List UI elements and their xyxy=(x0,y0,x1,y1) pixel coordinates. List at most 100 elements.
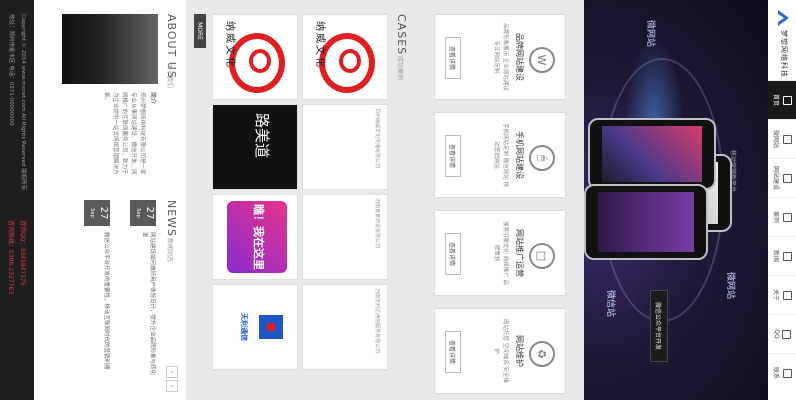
home-icon xyxy=(783,95,792,105)
case-art: 纳威文化 xyxy=(224,21,235,69)
case-item[interactable]: 天利通信 xyxy=(212,284,298,370)
footer-hotline[interactable]: 咨询热线：0396-2327763 xyxy=(7,220,16,294)
service-detail-button[interactable]: 查看详情 xyxy=(445,135,461,177)
nav-label: 关于 xyxy=(772,288,779,301)
nav-label: QQ xyxy=(773,329,780,339)
cases-section: CASES 成功案例 纳威文化 纳威文化 郑州纳威文化传播有限公司 路美道 瞧！… xyxy=(186,0,416,400)
nav-item-cases[interactable]: 案例 xyxy=(768,197,796,236)
case-item[interactable]: 瞧！我在这里 xyxy=(212,194,298,280)
next-arrow-icon[interactable]: › xyxy=(166,380,178,392)
phone-mockup xyxy=(584,184,708,260)
case-art: 路美道 xyxy=(253,113,271,159)
mobile-icon xyxy=(783,134,792,144)
hero-label-side: 微网站 xyxy=(645,20,655,48)
nav-item-weisite[interactable]: 微网站 xyxy=(768,119,796,158)
service-card[interactable]: □ 网站推广运营 搜索引擎优化 网络推广 品牌策划 查看详情 xyxy=(434,210,566,296)
nav-label: 新闻 xyxy=(772,249,779,262)
cases-subtitle: 成功案例 xyxy=(396,56,403,81)
service-card[interactable]: W 品牌网站建设 品牌形象展示 企业网站建设 专业网站定制 查看详情 xyxy=(434,14,566,100)
chat-icon xyxy=(782,329,791,339)
about-photo xyxy=(62,14,158,84)
news-text: 网站建设如何做好用户体验设计，提升企业品牌形象与转化率 xyxy=(141,232,155,376)
info-icon xyxy=(783,290,792,300)
monitor-icon xyxy=(783,173,792,183)
news-day: 27 xyxy=(144,206,155,220)
case-art: 瞧！我在这里 xyxy=(252,204,265,270)
site-footer: Copyright © 2014 www.mxnet.com All Right… xyxy=(0,0,34,400)
nav-item-contact[interactable]: 联系 xyxy=(768,353,796,392)
nav-item-news[interactable]: 新闻 xyxy=(768,236,796,275)
service-detail-button[interactable]: 查看详情 xyxy=(445,331,461,373)
service-title: 网站推广运营 xyxy=(515,229,524,277)
about-text: 郑州梦想网络科技有限公司是一家专业从事网站建设、微信开发、网络推广的互联网服务公… xyxy=(103,92,145,175)
service-title: 手机网站建设 xyxy=(515,131,524,179)
news-title: NEWS xyxy=(165,200,178,238)
news-day: 27 xyxy=(98,206,109,220)
phone-screen xyxy=(602,126,702,182)
service-card[interactable]: ♻ 网站维护 网站托管 空间域名 安全维护 查看详情 xyxy=(434,308,566,394)
service-desc: 手机网站定制 微信网站 移动营销网站 xyxy=(493,123,508,187)
news-item[interactable]: 27 Sep 网站建设如何做好用户体验设计，提升企业品牌形象与转化率 xyxy=(116,200,156,380)
footer-address: 地址：郑州市金水区 电话：0371-00000000 xyxy=(8,14,14,126)
service-title: 网站维护 xyxy=(515,335,524,367)
news-date: 27 Sep xyxy=(130,200,156,226)
mouse-icon: 🖱 xyxy=(529,145,555,171)
recycle-icon: ♻ xyxy=(529,341,555,367)
service-desc: 品牌形象展示 企业网站建设 专业网站定制 xyxy=(493,23,508,91)
nav-label: 网站建设 xyxy=(772,165,779,190)
nav-label: 首页 xyxy=(772,93,779,106)
nav-item-web[interactable]: 网站建设 xyxy=(768,158,796,197)
phone-icon xyxy=(783,368,792,378)
case-caption: 郑州纳威文化传播有限公司 xyxy=(374,108,380,169)
about-subtitle: 关于我们 xyxy=(166,64,173,89)
case-caption: 河南某某商贸有限公司 xyxy=(374,198,380,249)
service-desc: 搜索引擎优化 网络推广 品牌策划 xyxy=(493,221,508,285)
nav-item-qq[interactable]: QQ xyxy=(768,314,796,353)
nav-label: 微网站 xyxy=(772,129,779,148)
screen-icon: □ xyxy=(529,243,555,269)
case-art: 天利通信 xyxy=(240,313,248,341)
news-month: Sep xyxy=(89,208,95,218)
news-item[interactable]: 27 Sep 微信公众平台开发的重要性，移动互联网时代的营销利器 xyxy=(70,200,110,380)
prev-arrow-icon[interactable]: ‹ xyxy=(166,366,178,378)
service-detail-button[interactable]: 查看详情 xyxy=(445,233,461,275)
screenshot-page: 梦想网络科技 首页 微网站 网站建设 案例 新闻 关于 QQ 联系 微网站 微网… xyxy=(0,0,796,400)
main-nav: 首页 微网站 网站建设 案例 新闻 关于 QQ 联系 xyxy=(768,80,796,392)
case-item[interactable]: 河南某某商贸有限公司 xyxy=(302,194,388,280)
case-item[interactable]: 郑州纳威文化传播有限公司 xyxy=(302,104,388,190)
service-card[interactable]: 🖱 手机网站建设 手机网站定制 微信网站 移动营销网站 查看详情 xyxy=(434,112,566,198)
phone-mockup xyxy=(588,118,716,190)
hero-label-top: 微网站 xyxy=(725,272,735,300)
news-subtitle: 新闻动态 xyxy=(166,238,173,263)
case-item[interactable]: 纳威文化 xyxy=(212,14,298,100)
service-detail-button[interactable]: 查看详情 xyxy=(445,37,461,79)
footer-copyright: Copyright © 2014 www.mxnet.com All Right… xyxy=(20,14,26,191)
service-desc: 网站托管 空间域名 安全维护 xyxy=(493,319,508,383)
ct-logo-icon xyxy=(259,315,283,339)
news-month: Sep xyxy=(135,208,141,218)
news-date: 27 Sep xyxy=(84,200,110,226)
footer-qq[interactable]: 咨询QQ：3345847375 xyxy=(19,220,28,286)
wordpress-icon: W xyxy=(529,47,555,73)
case-item[interactable]: 纳威文化 xyxy=(302,14,388,100)
wechat-badge[interactable]: 微信公众平台开发 xyxy=(650,290,668,362)
case-caption: 河南天利达通信服务有限公司 xyxy=(374,288,380,354)
case-item[interactable]: 路美道 xyxy=(212,104,298,190)
hero-label-bottom: 微信站 xyxy=(605,290,615,318)
hotline-number: 0396-2327763 xyxy=(7,250,14,295)
phone-screen xyxy=(598,192,694,252)
nav-item-about[interactable]: 关于 xyxy=(768,275,796,314)
brand-logo-icon[interactable] xyxy=(772,8,792,28)
case-item[interactable]: 河南天利达通信服务有限公司 xyxy=(302,284,388,370)
hero-banner: 微网站 微网站 微信站 微信公众平台开发 移动营销新平台 xyxy=(584,0,768,400)
nav-item-home[interactable]: 首页 xyxy=(768,80,796,119)
cases-more-button[interactable]: MORE xyxy=(194,14,206,48)
hero-subtitle: 移动营销新平台 xyxy=(729,150,736,193)
site-header: 梦想网络科技 首页 微网站 网站建设 案例 新闻 关于 QQ 联系 xyxy=(767,0,796,400)
nav-label: 联系 xyxy=(772,366,779,379)
about-heading: 简介 xyxy=(149,92,156,105)
news-icon xyxy=(783,251,792,261)
qq-label: 咨询QQ： xyxy=(19,220,26,248)
case-art: 纳威文化 xyxy=(314,21,325,69)
grid-icon xyxy=(783,212,792,222)
